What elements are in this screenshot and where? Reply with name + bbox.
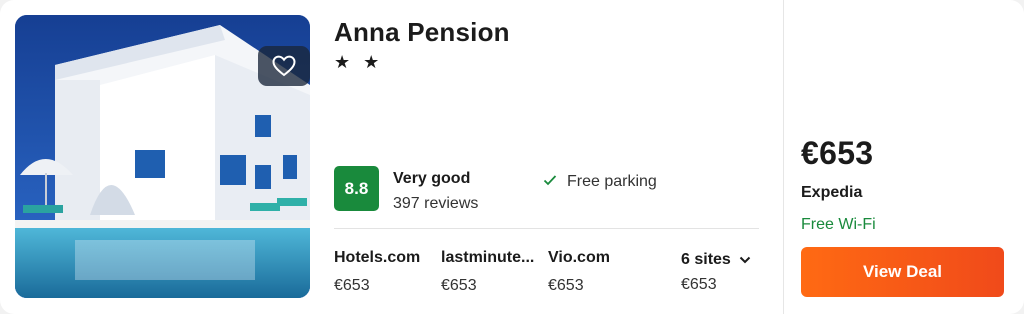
view-deal-button[interactable]: View Deal [801, 247, 1004, 297]
hotel-photo[interactable] [15, 15, 310, 298]
heart-icon [272, 55, 296, 77]
rating-score-badge: 8.8 [334, 166, 379, 211]
vertical-divider [783, 0, 784, 314]
hotel-star-rating: ★ ★ [334, 52, 384, 72]
site-name: Hotels.com [334, 249, 421, 266]
amenity-label: Free parking [567, 173, 657, 190]
site-price: €653 [548, 277, 584, 294]
deal-price: €653 [801, 135, 874, 171]
more-sites-dropdown[interactable]: 6 sites [681, 251, 751, 269]
deal-provider: Expedia [801, 184, 863, 201]
rating-label: Very good [393, 170, 471, 187]
hotel-result-card: Anna Pension ★ ★ 8.8 Very good 397 revie… [0, 0, 1024, 314]
site-offer-lastminute[interactable]: lastminute... €653 [441, 249, 541, 295]
favorite-button[interactable] [258, 46, 310, 86]
more-sites-label: 6 sites [681, 251, 731, 268]
site-price: €653 [334, 277, 370, 294]
divider [334, 228, 759, 229]
amenity-free-parking: Free parking [543, 173, 657, 191]
site-price: €653 [441, 277, 477, 294]
deal-perk: Free Wi-Fi [801, 216, 876, 233]
hotel-name[interactable]: Anna Pension [334, 17, 510, 48]
site-name: Vio.com [548, 249, 610, 266]
review-count[interactable]: 397 reviews [393, 195, 478, 213]
site-offer-vio-com[interactable]: Vio.com €653 [548, 249, 648, 295]
chevron-down-icon [739, 251, 751, 269]
site-name: lastminute... [441, 249, 535, 266]
more-sites-price: €653 [681, 276, 717, 293]
check-icon [543, 173, 561, 191]
site-offer-hotels-com[interactable]: Hotels.com €653 [334, 249, 434, 295]
